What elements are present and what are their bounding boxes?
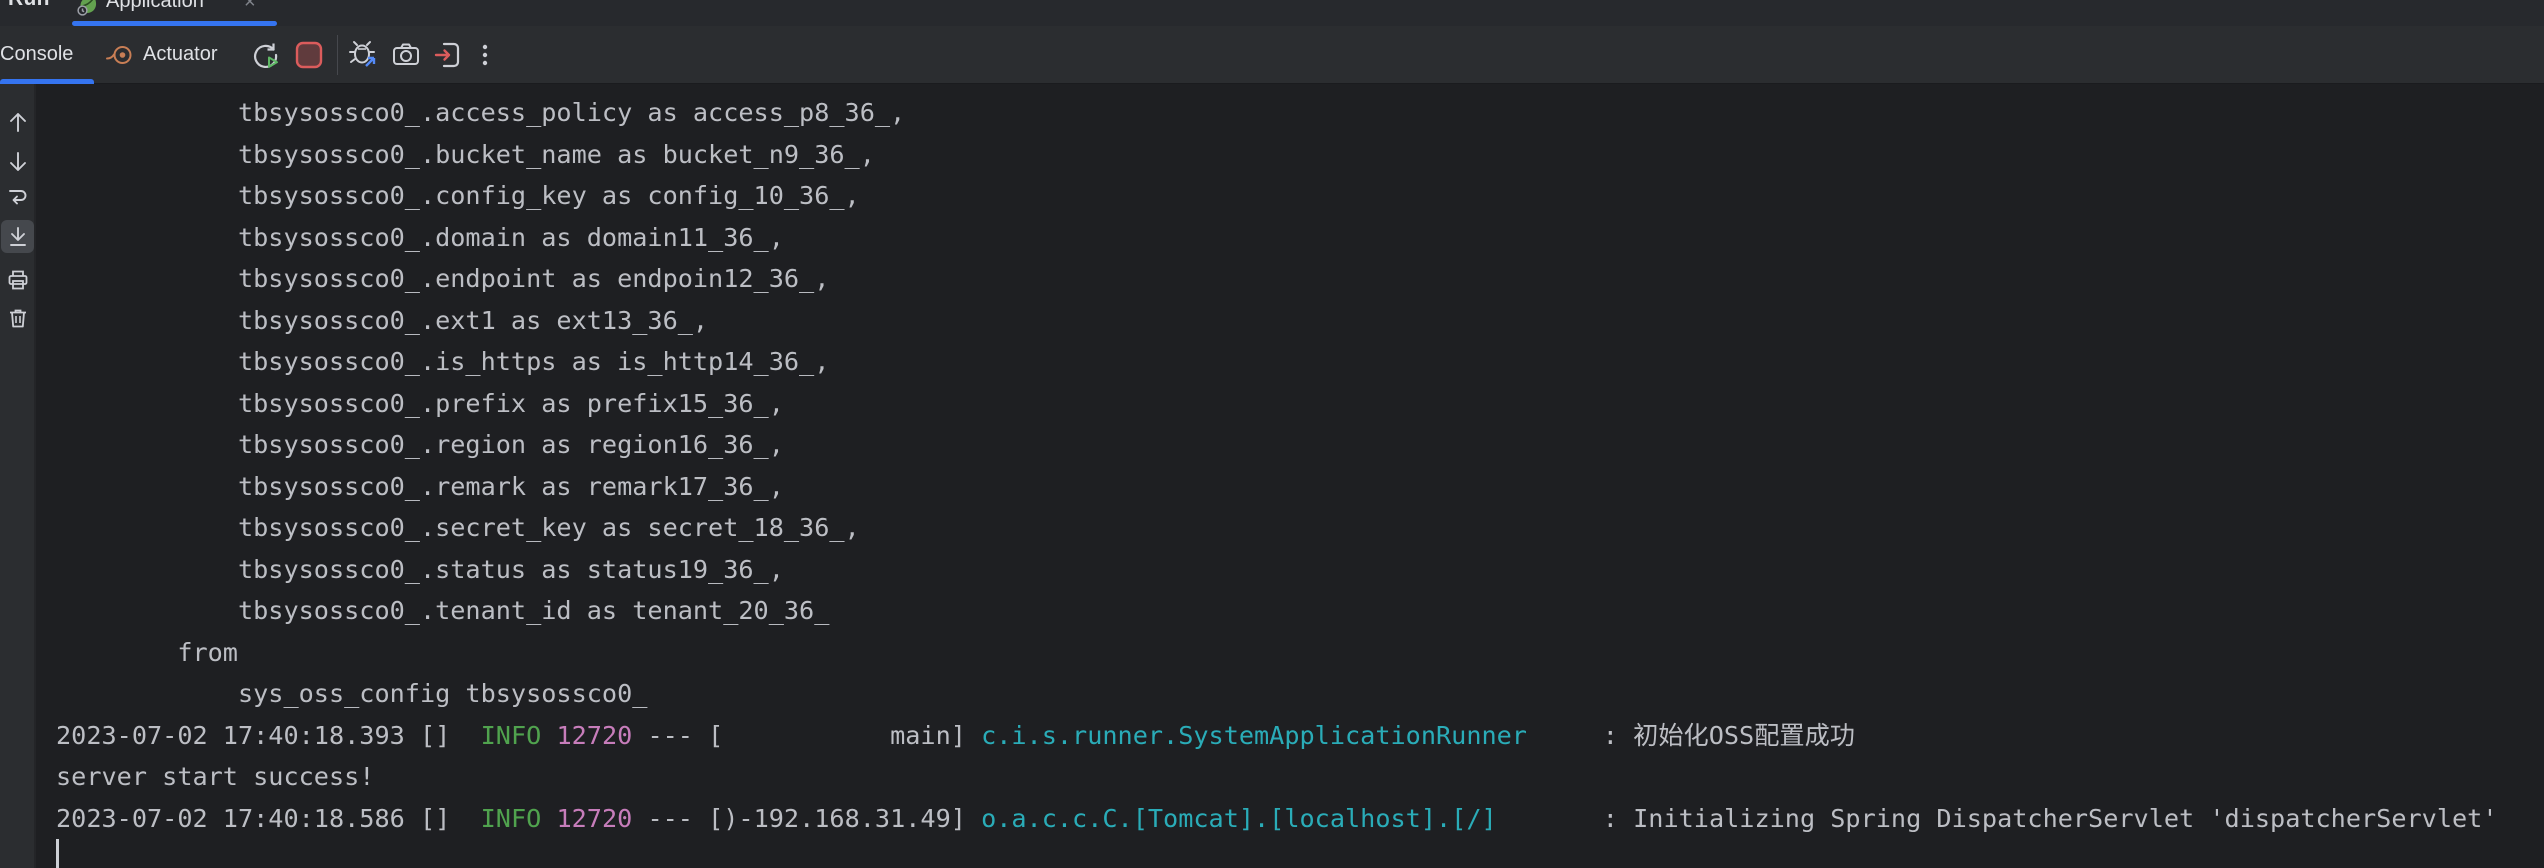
log-segment-info: INFO (481, 721, 542, 750)
text-caret (56, 839, 59, 868)
soft-wrap-icon (6, 185, 30, 209)
console-line: server start success! (56, 756, 2544, 798)
console-line: from (56, 632, 2544, 674)
log-segment-default: 2023-07-02 17:40:18.393 [] (56, 721, 481, 750)
log-segment-default: --- [)-192.168.31.49] (632, 804, 981, 833)
rerun-button[interactable] (247, 37, 283, 73)
tab-console[interactable]: Console (0, 26, 73, 83)
clear-all-button[interactable] (1, 301, 34, 334)
console-line: 2023-07-02 17:40:18.586 [] INFO 12720 --… (56, 798, 2544, 840)
console-line: tbsysossco0_.status as status19_36_, (56, 549, 2544, 591)
exit-button[interactable] (430, 37, 466, 73)
console-line: tbsysossco0_.endpoint as endpoin12_36_, (56, 258, 2544, 300)
run-toolbar: Console Actuator (0, 26, 2544, 84)
close-icon[interactable]: × (244, 0, 256, 14)
log-segment-default (541, 804, 556, 833)
log-segment-default: : 初始化OSS配置成功 (1527, 721, 1855, 750)
more-options-button[interactable] (470, 37, 500, 73)
log-segment-logger: o.a.c.c.C.[Tomcat].[localhost].[/] (981, 804, 1497, 833)
stop-button[interactable] (291, 37, 327, 73)
console-line: tbsysossco0_.ext1 as ext13_36_, (56, 300, 2544, 342)
console-output[interactable]: tbsysossco0_.access_policy as access_p8_… (38, 84, 2544, 868)
console-panel: tbsysossco0_.access_policy as access_p8_… (0, 84, 2544, 868)
log-segment-default (541, 721, 556, 750)
console-line: tbsysossco0_.secret_key as secret_18_36_… (56, 507, 2544, 549)
console-line: tbsysossco0_.config_key as config_10_36_… (56, 175, 2544, 217)
console-line: tbsysossco0_.tenant_id as tenant_20_36_ (56, 590, 2544, 632)
console-line: tbsysossco0_.domain as domain11_36_, (56, 217, 2544, 259)
log-segment-info: INFO (481, 804, 542, 833)
run-tab-strip: Run Application × (0, 0, 2544, 26)
console-line: sys_oss_config tbsysossco0_ (56, 673, 2544, 715)
tab-console-label: Console (0, 43, 73, 66)
log-segment-default: : Initializing Spring DispatcherServlet … (1497, 804, 2498, 833)
down-stack-icon (6, 150, 30, 174)
console-line: tbsysossco0_.bucket_name as bucket_n9_36… (56, 134, 2544, 176)
spring-boot-leaf-icon (76, 0, 100, 17)
log-segment-logger: c.i.s.runner.SystemApplicationRunner (981, 721, 1527, 750)
run-tool-window: Run Application × Console (0, 0, 2544, 868)
up-stack-button[interactable] (1, 105, 34, 138)
attach-debugger-icon (347, 38, 381, 72)
scroll-to-end-button[interactable] (1, 220, 34, 253)
more-kebab-icon (472, 42, 498, 68)
stop-icon (294, 40, 324, 70)
console-line: tbsysossco0_.access_policy as access_p8_… (56, 92, 2544, 134)
thread-dump-camera-icon (390, 39, 422, 71)
log-segment-default: 2023-07-02 17:40:18.586 [] (56, 804, 481, 833)
console-line: 2023-07-02 17:40:18.393 [] INFO 12720 --… (56, 715, 2544, 757)
actuator-icon (104, 40, 134, 70)
log-segment-default: --- [ main] (632, 721, 981, 750)
log-segment-pid: 12720 (556, 804, 632, 833)
print-icon (6, 268, 30, 292)
tab-actuator-label: Actuator (143, 43, 217, 66)
log-segment-pid: 12720 (556, 721, 632, 750)
down-stack-button[interactable] (1, 145, 34, 178)
tab-application-label: Application (106, 0, 204, 13)
toolbar-separator (337, 35, 338, 75)
console-line: tbsysossco0_.remark as remark17_36_, (56, 466, 2544, 508)
console-line: tbsysossco0_.is_https as is_http14_36_, (56, 341, 2544, 383)
console-line: tbsysossco0_.region as region16_36_, (56, 424, 2544, 466)
clear-all-icon (6, 306, 30, 330)
tab-actuator[interactable]: Actuator (104, 26, 217, 83)
thread-dump-button[interactable] (388, 37, 424, 73)
exit-icon (432, 39, 464, 71)
attach-debugger-button[interactable] (346, 37, 382, 73)
rerun-icon (249, 39, 281, 71)
console-line: tbsysossco0_.prefix as prefix15_36_, (56, 383, 2544, 425)
tool-window-title: Run (8, 0, 50, 11)
up-stack-icon (6, 110, 30, 134)
soft-wrap-button[interactable] (1, 180, 34, 213)
scroll-to-end-icon (6, 225, 30, 249)
print-button[interactable] (1, 263, 34, 296)
console-gutter (0, 84, 36, 868)
console-line (56, 839, 2544, 868)
